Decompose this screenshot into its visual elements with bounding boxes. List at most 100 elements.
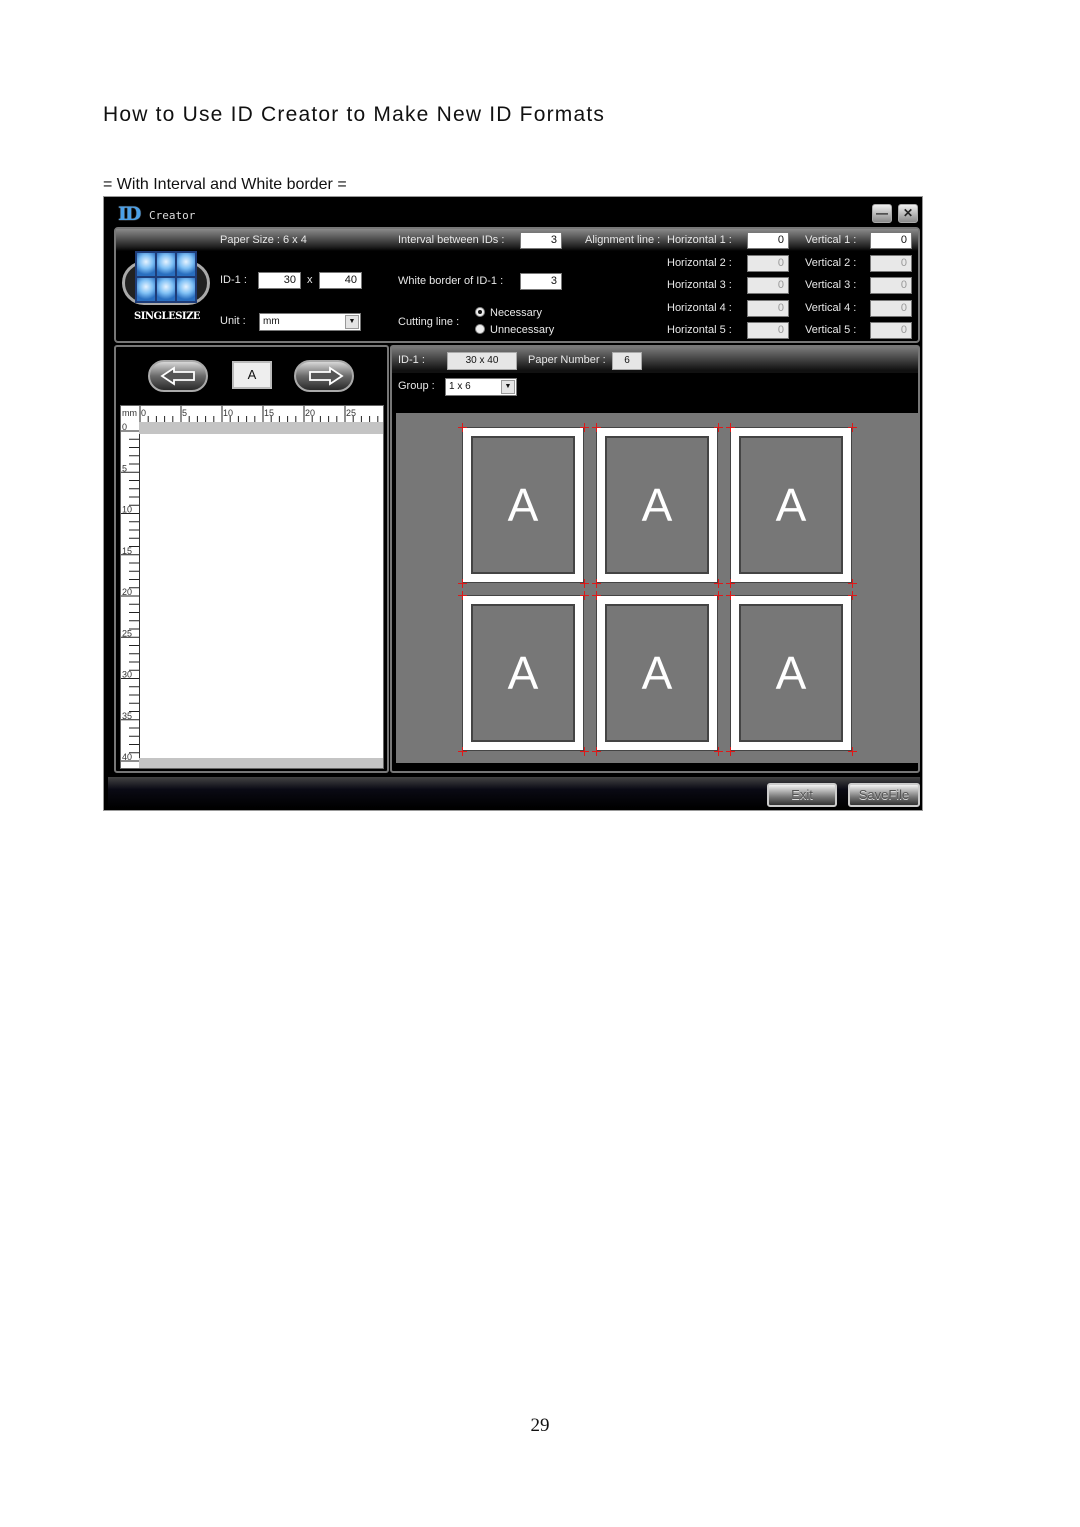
cutting-mark [458,423,467,432]
cutting-mark [726,423,735,432]
design-canvas[interactable]: mm 0 5 10 15 20 25 0 5 10 15 20 25 30 35 40 [120,405,384,769]
singlesize-logo: SINGLESIZE [122,251,212,331]
cutting-necessary-label: Necessary [490,307,542,319]
id1-width-input[interactable]: 30 [258,272,301,289]
id1-height-input[interactable]: 40 [319,272,362,289]
cutting-mark [848,423,857,432]
vertical-3-input[interactable]: 0 [870,277,912,294]
ruler-unit: mm [122,408,137,418]
group-select[interactable]: 1 x 6 ▼ [445,378,517,396]
cutting-mark [458,747,467,756]
cutting-mark [580,591,589,600]
horizontal-4-label: Horizontal 4 : [667,302,732,314]
cutting-line-label: Cutting line : [398,316,460,328]
next-button[interactable] [294,360,354,392]
white-border-label: White border of ID-1 : [398,275,504,287]
id1-label: ID-1 : [220,274,247,286]
ruler-tick-label: 10 [122,505,132,515]
print-preview: A A A A A A [396,413,918,763]
vertical-4-input[interactable]: 0 [870,300,912,317]
chevron-down-icon: ▼ [345,315,359,329]
ruler-tick-label: 5 [182,408,187,418]
settings-panel: SINGLESIZE Paper Size : 6 x 4 ID-1 : 30 … [114,227,920,343]
ruler-top-ticks: 0 5 10 15 20 25 [139,406,379,422]
preview-id-value: 30 x 40 [447,352,517,370]
horizontal-1-input[interactable]: 0 [747,232,789,249]
cutting-mark [714,579,723,588]
cutting-mark [726,579,735,588]
id-logo-icon: ID [118,203,141,225]
id1-x-label: x [307,274,313,286]
ruler-tick-label: 10 [223,408,233,418]
id-photo-placeholder: A [605,436,709,574]
horizontal-3-label: Horizontal 3 : [667,279,732,291]
id-photo-placeholder: A [605,604,709,742]
cutting-mark [592,579,601,588]
id-photo-placeholder: A [471,604,575,742]
vertical-2-input[interactable]: 0 [870,255,912,272]
page-number: 29 [530,1415,550,1436]
radio-unchecked-icon[interactable] [475,324,485,334]
vertical-5-label: Vertical 5 : [805,324,857,336]
vertical-ruler: 0 5 10 15 20 25 30 35 40 [121,422,140,768]
white-border-input[interactable]: 3 [520,273,562,290]
document-subtitle: = With Interval and White border = [103,176,347,193]
close-button[interactable]: ✕ [898,204,918,223]
cutting-mark [592,423,601,432]
id-card: A [730,595,852,751]
current-id-button[interactable]: A [232,361,272,389]
unit-select[interactable]: mm ▼ [259,313,361,331]
cutting-mark [848,747,857,756]
ruler-tick-label: 25 [122,628,132,638]
interval-label: Interval between IDs : [398,234,505,246]
app-name: Creator [149,209,196,222]
group-label: Group : [398,380,435,392]
cutting-mark [714,591,723,600]
id-photo-placeholder: A [739,436,843,574]
ruler-tick-label: 35 [122,711,132,721]
exit-button[interactable]: Exit [767,783,837,807]
cutting-mark [458,591,467,600]
horizontal-ruler: mm 0 5 10 15 20 25 [121,406,383,423]
interval-input[interactable]: 3 [520,232,562,249]
vertical-3-label: Vertical 3 : [805,279,857,291]
horizontal-3-input[interactable]: 0 [747,277,789,294]
radio-checked-icon[interactable] [475,307,485,317]
cutting-mark [592,747,601,756]
horizontal-2-input[interactable]: 0 [747,255,789,272]
vertical-1-input[interactable]: 0 [870,232,912,249]
cutting-mark [848,579,857,588]
ruler-left-ticks: 0 5 10 15 20 25 30 35 40 [121,422,139,762]
close-icon: ✕ [902,206,914,220]
minimize-button[interactable]: — [872,204,892,223]
ruler-tick-label: 15 [122,546,132,556]
document-title: How to Use ID Creator to Make New ID For… [103,103,606,126]
ruler-tick-label: 15 [264,408,274,418]
unit-value: mm [263,316,280,327]
unit-label: Unit : [220,315,246,327]
horizontal-2-label: Horizontal 2 : [667,257,732,269]
ruler-tick-label: 0 [122,422,127,432]
vertical-4-label: Vertical 4 : [805,302,857,314]
cutting-mark [726,591,735,600]
arrow-right-icon [309,366,344,386]
horizontal-5-input[interactable]: 0 [747,322,789,339]
save-file-button[interactable]: SaveFile [848,783,920,807]
minimize-icon: — [876,206,888,220]
id-card-label: A [641,647,673,699]
paper-number-label: Paper Number : [528,354,606,366]
singlesize-caption: SINGLESIZE [133,311,201,322]
id-card-label: A [641,479,673,531]
ruler-tick-label: 20 [305,408,315,418]
id-card-label: A [775,479,807,531]
vertical-5-input[interactable]: 0 [870,322,912,339]
previous-button[interactable] [148,360,208,392]
group-value: 1 x 6 [449,381,471,392]
cutting-mark [458,579,467,588]
id-card-label: A [775,647,807,699]
horizontal-1-label: Horizontal 1 : [667,234,732,246]
cutting-mark [714,747,723,756]
horizontal-4-input[interactable]: 0 [747,300,789,317]
vertical-2-label: Vertical 2 : [805,257,857,269]
cutting-mark [726,747,735,756]
